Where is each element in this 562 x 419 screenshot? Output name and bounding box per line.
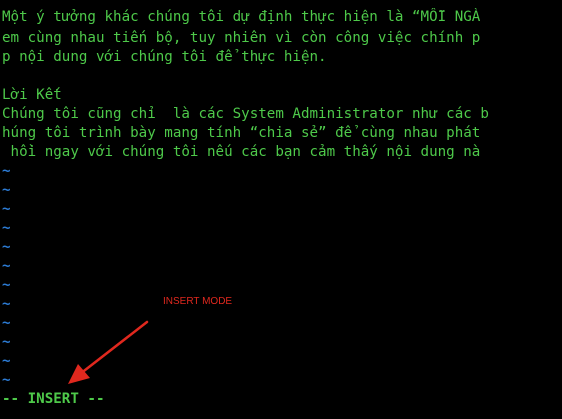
- empty-line-marker: ~: [2, 315, 11, 331]
- annotation-label: INSERT MODE: [163, 296, 233, 307]
- vim-editor[interactable]: Một ý tưởng khác chúng tôi dự định thực …: [2, 0, 562, 419]
- mode-indicator: -- INSERT --: [2, 391, 105, 407]
- empty-line-marker: ~: [2, 277, 11, 293]
- empty-line-marker: ~: [2, 201, 11, 217]
- empty-line-marker: ~: [2, 220, 11, 236]
- empty-line-marker: ~: [2, 372, 11, 388]
- text-line: hồi ngay với chúng tôi nếu các bạn cảm t…: [2, 144, 481, 160]
- empty-line-marker: ~: [2, 163, 11, 179]
- text-line: [2, 67, 562, 86]
- text-line: em cùng nhau tiến bộ, tuy nhiên vì còn c…: [2, 30, 481, 46]
- text-line: húng tôi trình bày mang tính “chia sẻ” đ…: [2, 125, 481, 141]
- empty-line-marker: ~: [2, 334, 11, 350]
- empty-line-marker: ~: [2, 239, 11, 255]
- text-line: Chúng tôi cũng chỉ là các System Adminis…: [2, 106, 489, 122]
- empty-line-marker: ~: [2, 182, 11, 198]
- text-line: p nội dung với chúng tôi để thực hiện.: [2, 49, 327, 65]
- text-line: Lời Kết: [2, 87, 62, 103]
- empty-line-marker: ~: [2, 296, 11, 312]
- empty-line-marker: ~: [2, 353, 11, 369]
- text-line: Một ý tưởng khác chúng tôi dự định thực …: [2, 9, 481, 25]
- empty-line-marker: ~: [2, 258, 11, 274]
